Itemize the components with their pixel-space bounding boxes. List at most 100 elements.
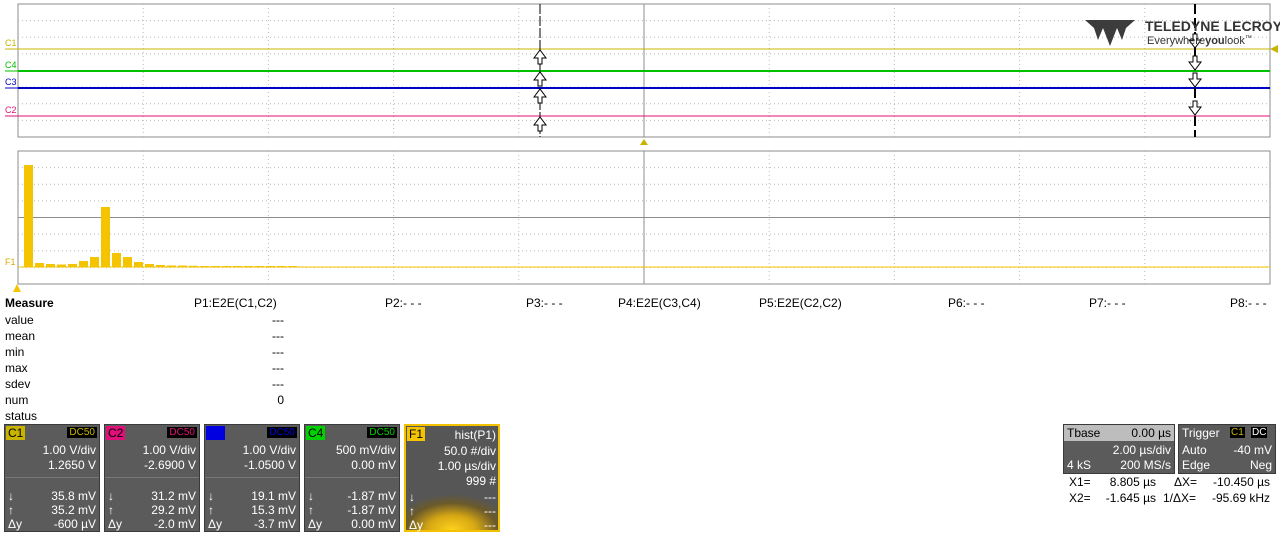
c1-separator xyxy=(5,477,99,478)
histogram-bin xyxy=(90,257,99,267)
c2-trace-label: C2 xyxy=(5,105,17,115)
timebase-descriptor[interactable]: Tbase 0.00 µs 2.00 µs/div 4 kS 200 MS/s xyxy=(1063,424,1175,474)
f1-descriptor[interactable]: F1 hist(P1) 50.0 #/div 1.00 µs/div 999 #… xyxy=(404,424,500,532)
c1-offset: 1.2650 V xyxy=(47,458,96,472)
c1-coupling: DC50 xyxy=(67,427,97,438)
row-label-min: min xyxy=(5,345,25,359)
logo-tagline: Everywhereyoulook™ xyxy=(1147,35,1252,47)
param-p5[interactable]: P5:E2E(C2,C2) xyxy=(759,296,842,310)
p1-mean: --- xyxy=(272,329,284,343)
trigger-descriptor[interactable]: Trigger C1 DC Auto -40 mV Edge Neg xyxy=(1178,424,1276,474)
c4-down: -1.87 mV xyxy=(347,489,396,503)
c3-down: 19.1 mV xyxy=(251,489,296,503)
down-arrow-icon: ↓ xyxy=(208,489,214,503)
cursor-x2-label: X2= xyxy=(1069,491,1091,505)
measure-title: Measure xyxy=(5,296,54,310)
histogram-bin xyxy=(123,257,132,267)
c4-offset: 0.00 mV xyxy=(351,458,396,472)
channel-c2-descriptor[interactable]: C2 DC50 1.00 V/div -2.6900 V ↓ 31.2 mV ↑ 2… xyxy=(104,424,200,532)
f1-down: --- xyxy=(484,490,496,504)
c2-vdiv: 1.00 V/div xyxy=(142,443,196,457)
c1-down: 35.8 mV xyxy=(51,489,96,503)
f1-count: 999 # xyxy=(465,474,496,488)
down-arrow-icon: ↓ xyxy=(409,490,415,504)
c4-vdiv: 500 mV/div xyxy=(335,443,396,457)
param-p4[interactable]: P4:E2E(C3,C4) xyxy=(618,296,701,310)
channel-c1-descriptor[interactable]: C1 DC50 1.00 V/div 1.2650 V ↓ 35.8 mV ↑ 35… xyxy=(4,424,100,532)
cursor-invdx-value: -95.69 kHz xyxy=(1211,491,1270,505)
c2-up: 29.2 mV xyxy=(151,503,196,517)
delta-y-label: Δy xyxy=(108,517,123,531)
c3-coupling: DC50 xyxy=(267,427,297,438)
p1-min: --- xyxy=(272,345,284,359)
row-label-max: max xyxy=(5,361,28,375)
cursor-x1-value: 8.805 µs xyxy=(1109,475,1156,489)
row-label-value: value xyxy=(5,313,34,327)
param-p6[interactable]: P6:- - - xyxy=(948,296,985,310)
param-p1[interactable]: P1:E2E(C1,C2) xyxy=(194,296,277,310)
trigger-slope: Neg xyxy=(1249,458,1272,472)
c2-offset: -2.6900 V xyxy=(143,458,196,472)
histogram-grid[interactable]: F1 xyxy=(0,145,1280,293)
f1-trace-label: F1 xyxy=(5,257,16,267)
trigger-label: Trigger xyxy=(1182,426,1220,440)
c2-down: 31.2 mV xyxy=(151,489,196,503)
f1-function: hist(P1) xyxy=(454,428,496,442)
delta-y-label: Δy xyxy=(308,517,323,531)
trigger-source: C1 xyxy=(1230,427,1245,438)
delta-y-label: Δy xyxy=(8,517,23,531)
param-p8[interactable]: P8:- - - xyxy=(1230,296,1267,310)
f1-position-marker[interactable] xyxy=(13,284,21,292)
f1-vdiv: 50.0 #/div xyxy=(443,444,496,458)
param-p7[interactable]: P7:- - - xyxy=(1089,296,1126,310)
channel-c4-descriptor[interactable]: C4 DC50 500 mV/div 0.00 mV ↓ -1.87 mV ↑ -1… xyxy=(304,424,400,532)
tbase-delay: 0.00 µs xyxy=(1131,426,1171,440)
channel-c3-descriptor[interactable]: C3 DC50 1.00 V/div -1.0500 V ↓ 19.1 mV ↑ 1… xyxy=(204,424,300,532)
c3-dy: -3.7 mV xyxy=(253,517,296,531)
up-arrow-icon: ↑ xyxy=(108,503,114,517)
c1-trace-label: C1 xyxy=(5,38,17,48)
c3-trace-label: C3 xyxy=(5,77,17,87)
trigger-level-marker[interactable] xyxy=(1270,45,1278,53)
c4-coupling: DC50 xyxy=(367,427,397,438)
p1-max: --- xyxy=(272,361,284,375)
c4-tag: C4 xyxy=(306,426,326,440)
c1-tag: C1 xyxy=(6,426,26,440)
tbase-rate: 200 MS/s xyxy=(1120,458,1171,472)
cursor-invdx-label: 1/ΔX= xyxy=(1163,491,1197,505)
tbase-tdiv: 2.00 µs/div xyxy=(1112,443,1171,457)
trigger-type: Edge xyxy=(1182,458,1211,472)
up-arrow-icon: ↑ xyxy=(208,503,214,517)
p1-sdev: --- xyxy=(272,377,284,391)
row-label-mean: mean xyxy=(5,329,36,343)
c3-tag: C3 xyxy=(206,426,226,440)
c3-offset: -1.0500 V xyxy=(243,458,296,472)
tbase-label: Tbase xyxy=(1067,426,1101,440)
trigger-mode: Auto xyxy=(1182,443,1207,457)
c2-dy: -2.0 mV xyxy=(153,517,196,531)
p1-num: 0 xyxy=(277,393,284,407)
down-arrow-icon: ↓ xyxy=(8,489,14,503)
f1-up: --- xyxy=(484,504,496,518)
cursor-dx-label: ΔX= xyxy=(1174,475,1198,489)
row-label-num: num xyxy=(5,393,29,407)
measure-header: Measure P1:E2E(C1,C2) P2:- - - P3:- - - … xyxy=(0,296,1280,312)
c3-separator xyxy=(205,477,299,478)
up-arrow-icon: ↑ xyxy=(8,503,14,517)
histogram-bin xyxy=(101,207,110,267)
param-p3[interactable]: P3:- - - xyxy=(526,296,563,310)
waveform-grid-upper[interactable]: C1 C4 C3 C2 TELEDYNE LECROY Everywhereyo… xyxy=(0,0,1280,145)
c2-coupling: DC50 xyxy=(167,427,197,438)
c4-dy: 0.00 mV xyxy=(351,517,396,531)
c2-separator xyxy=(105,477,199,478)
histogram-bin xyxy=(35,263,44,267)
p1-value: --- xyxy=(272,313,284,327)
histogram-bin xyxy=(134,262,143,267)
param-p2[interactable]: P2:- - - xyxy=(385,296,422,310)
histogram-bin xyxy=(79,261,88,267)
c2-tag: C2 xyxy=(106,426,126,440)
f1-tag: F1 xyxy=(407,427,426,441)
delta-y-label: Δy xyxy=(409,518,424,532)
cursor-x2-value: -1.645 µs xyxy=(1105,491,1156,505)
cursor-x1-label: X1= xyxy=(1069,475,1091,489)
